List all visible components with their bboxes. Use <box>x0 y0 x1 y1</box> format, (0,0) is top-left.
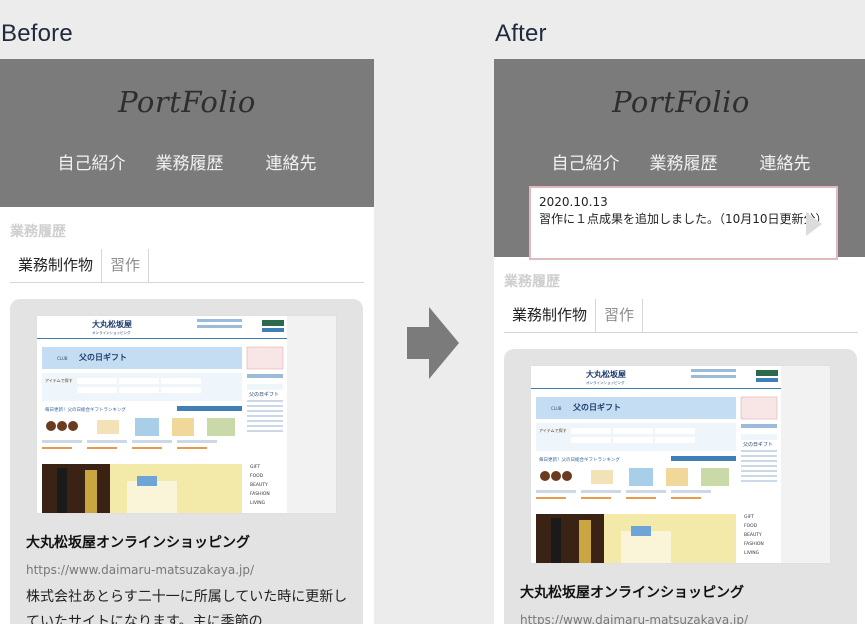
nav-work-history[interactable]: 業務履歴 <box>645 149 723 174</box>
tab-bar: 業務制作物 習作 <box>10 249 364 283</box>
card-url[interactable]: https://www.daimaru-matsuzakaya.jp/ <box>520 613 748 624</box>
site-header: PortFolio 自己紹介 業務履歴 連絡先 2020.10.13 習作に１点… <box>494 59 865 260</box>
thumb-banner-tag: CLUB <box>57 356 68 361</box>
thumb-ranking: 毎日更新！父の日総合ギフトランキング <box>539 456 620 463</box>
thumb-category-fashion: FASHION <box>744 541 764 547</box>
portfolio-card[interactable]: 大丸松坂屋 オンラインショッピング 父の日ギフト CLUB アイテムで探す 毎日… <box>504 349 857 624</box>
tab-bar: 業務制作物 習作 <box>504 299 858 333</box>
arrow-right-icon <box>407 307 459 379</box>
card-title: 大丸松坂屋オンラインショッピング <box>26 535 250 551</box>
portfolio-card[interactable]: 大丸松坂屋 オンラインショッピング 父の日ギフト CLUB アイテムで探す 毎日… <box>10 299 363 624</box>
thumb-category-gift: GIFT <box>250 464 260 470</box>
after-label: After <box>495 20 547 47</box>
card-description: 株式会社あとらす二十一に所属していた時に更新していたサイトになります。主に季節の <box>26 589 348 624</box>
chevron-right-icon[interactable] <box>806 212 822 236</box>
nav-work-history[interactable]: 業務履歴 <box>151 149 229 174</box>
notice-text: 習作に１点成果を追加しました。（10月10日更新分） <box>539 212 828 226</box>
tab-practice[interactable]: 習作 <box>102 249 150 282</box>
website-screenshot-image: 大丸松坂屋 オンラインショッピング 父の日ギフト CLUB アイテムで探す 毎日… <box>531 366 830 563</box>
thumb-store-name: 大丸松坂屋 <box>92 319 132 329</box>
thumb-store-name: 大丸松坂屋 <box>586 369 626 379</box>
website-screenshot-image: 大丸松坂屋 オンラインショッピング 父の日ギフト CLUB アイテムで探す 毎日… <box>37 316 336 513</box>
tab-work-products[interactable]: 業務制作物 <box>10 249 103 282</box>
nav-about[interactable]: 自己紹介 <box>547 149 625 174</box>
thumb-banner: 父の日ギフト <box>78 352 127 362</box>
thumb-menu-label: アイテムで探す <box>539 427 567 433</box>
nav-contact[interactable]: 連絡先 <box>261 149 322 174</box>
thumb-category-gift: GIFT <box>744 514 754 520</box>
tab-work-products[interactable]: 業務制作物 <box>504 299 597 332</box>
thumb-category-beauty: BEAUTY <box>744 532 762 538</box>
thumb-side-heading: 父の日ギフト <box>249 392 279 398</box>
thumb-side-heading: 父の日ギフト <box>743 442 773 448</box>
thumb-ranking: 毎日更新！父の日総合ギフトランキング <box>45 406 126 413</box>
section-title: 業務履歴 <box>10 224 66 240</box>
thumb-store-sub: オンラインショッピング <box>586 380 625 385</box>
site-thumbnail: 大丸松坂屋 オンラインショッピング 父の日ギフト CLUB アイテムで探す 毎日… <box>36 315 337 514</box>
after-panel: PortFolio 自己紹介 業務履歴 連絡先 2020.10.13 習作に１点… <box>494 59 865 624</box>
thumb-category-living: LIVING <box>744 550 760 556</box>
thumb-menu-label: アイテムで探す <box>45 377 73 383</box>
card-title: 大丸松坂屋オンラインショッピング <box>520 585 744 601</box>
thumb-category-beauty: BEAUTY <box>250 482 268 488</box>
before-label: Before <box>1 20 73 47</box>
site-thumbnail: 大丸松坂屋 オンラインショッピング 父の日ギフト CLUB アイテムで探す 毎日… <box>530 365 831 564</box>
notice-date: 2020.10.13 <box>539 195 608 209</box>
before-panel: PortFolio 自己紹介 業務履歴 連絡先 業務履歴 業務制作物 習作 大丸… <box>0 59 374 624</box>
nav-contact[interactable]: 連絡先 <box>755 149 816 174</box>
nav-about[interactable]: 自己紹介 <box>53 149 131 174</box>
site-nav: 自己紹介 業務履歴 連絡先 <box>494 149 865 174</box>
thumb-category-food: FOOD <box>250 473 264 479</box>
site-logo[interactable]: PortFolio <box>0 85 374 119</box>
thumb-category-food: FOOD <box>744 523 758 529</box>
thumb-category-living: LIVING <box>250 500 266 506</box>
thumb-banner-tag: CLUB <box>551 406 562 411</box>
section-title: 業務履歴 <box>504 274 560 290</box>
update-notice[interactable]: 2020.10.13 習作に１点成果を追加しました。（10月10日更新分） <box>529 186 838 260</box>
thumb-category-fashion: FASHION <box>250 491 270 497</box>
card-url[interactable]: https://www.daimaru-matsuzakaya.jp/ <box>26 563 254 577</box>
tab-practice[interactable]: 習作 <box>596 299 644 332</box>
site-logo[interactable]: PortFolio <box>494 85 865 119</box>
site-header: PortFolio 自己紹介 業務履歴 連絡先 <box>0 59 374 207</box>
site-nav: 自己紹介 業務履歴 連絡先 <box>0 149 374 174</box>
thumb-store-sub: オンラインショッピング <box>92 330 131 335</box>
thumb-banner: 父の日ギフト <box>572 402 621 412</box>
